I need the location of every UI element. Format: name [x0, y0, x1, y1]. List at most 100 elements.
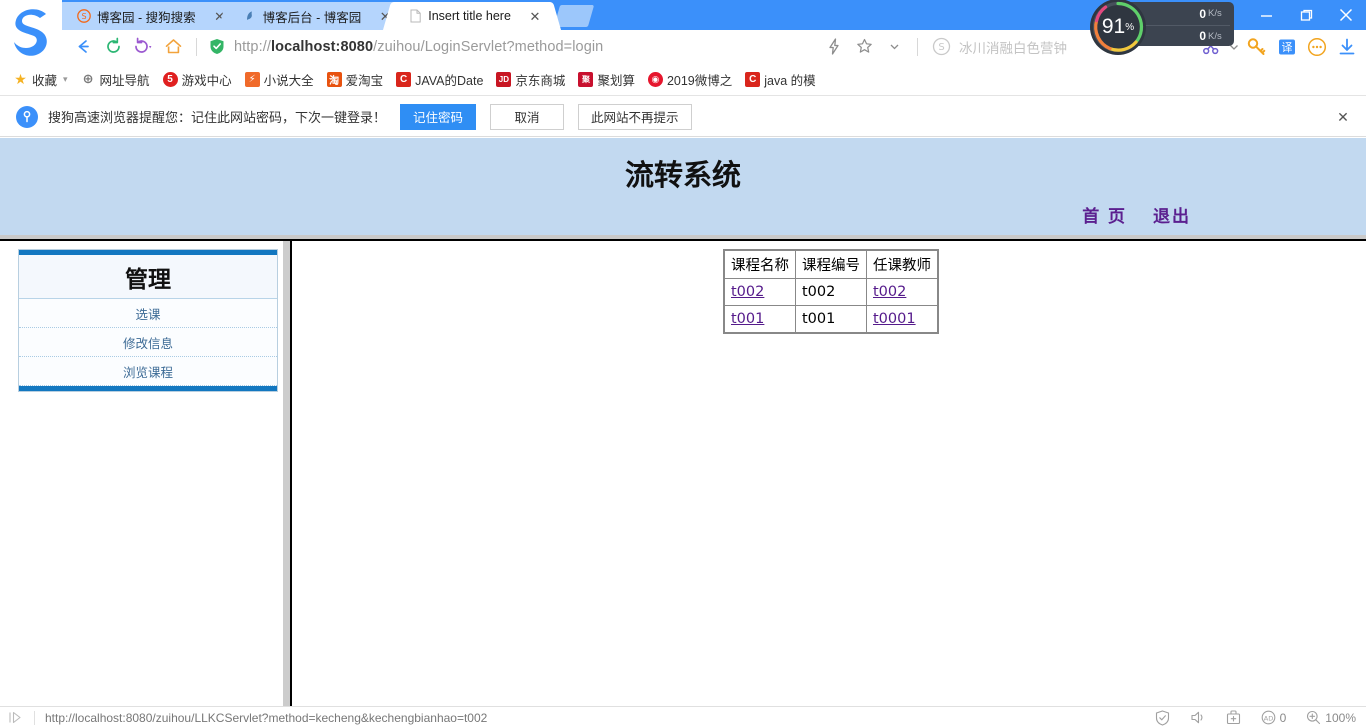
browser-tab-1[interactable]: S 博客园 - 搜狗搜索 ✕	[51, 2, 246, 30]
play-icon[interactable]	[8, 711, 24, 724]
browser-status-bar: http://localhost:8080/zuihou/LLKCServlet…	[0, 706, 1366, 728]
remember-password-button[interactable]: 记住密码	[400, 103, 477, 130]
bookmark-item-2[interactable]: ⚡ 小说大全	[244, 70, 314, 89]
bookmark-item-4[interactable]: C JAVA的Date	[396, 70, 483, 89]
column-header-course-name: 课程名称	[723, 249, 796, 279]
password-save-notification: 搜狗高速浏览器提醒您：记住此网站密码，下次一键登录！ 记住密码 取消 此网站不再…	[0, 97, 1366, 137]
sidebar-item-xiugai-xinxi[interactable]: 修改信息	[19, 328, 277, 357]
tabs-container: S 博客园 - 搜狗搜索 ✕ 博客后台 - 博客园 ✕ Insert title…	[51, 0, 595, 30]
bookmark-label: 收藏	[32, 73, 58, 88]
sogou-search-icon: S	[932, 37, 951, 56]
minimize-button[interactable]	[1246, 0, 1286, 30]
new-tab-button[interactable]	[553, 5, 595, 27]
notification-message: 搜狗高速浏览器提醒您：记住此网站密码，下次一键登录！	[48, 110, 387, 125]
nav-link-logout[interactable]: 退出	[1153, 202, 1191, 227]
bookmark-item-3[interactable]: 淘 爱淘宝	[326, 70, 384, 89]
nav-link-home[interactable]: 首 页	[1082, 202, 1127, 227]
site-nav: 首 页 退出	[1082, 202, 1191, 227]
cell-course-name[interactable]: t002	[723, 278, 796, 306]
course-name-link[interactable]: t001	[731, 311, 764, 327]
address-bar[interactable]: http://localhost:8080/zuihou/LoginServle…	[209, 32, 819, 62]
bookmark-label: java 的模	[764, 73, 816, 88]
bookmark-item-8[interactable]: C java 的模	[745, 70, 816, 89]
home-button[interactable]	[158, 32, 188, 62]
sidebar-item-liulan-kecheng[interactable]: 浏览课程	[19, 357, 277, 386]
table-row: t002 t002 t002	[723, 278, 939, 306]
jd-icon: JD	[496, 71, 512, 87]
memory-usage-value: 91%	[1101, 15, 1135, 38]
table-header-row: 课程名称 课程编号 任课教师	[723, 249, 939, 279]
shield-icon[interactable]	[1155, 709, 1170, 726]
toolbox-icon[interactable]	[1226, 710, 1241, 725]
page-body: 管理 选课 修改信息 浏览课程 课程名称 课程编号 任课教师 t002 t002…	[0, 241, 1366, 706]
tab-close-icon[interactable]: ✕	[525, 6, 545, 26]
course-name-link[interactable]: t002	[731, 284, 764, 300]
more-options-icon[interactable]	[1302, 32, 1332, 62]
status-right: AD 0 100%	[1155, 709, 1356, 726]
back-button[interactable]	[68, 32, 98, 62]
cell-teacher[interactable]: t0001	[866, 305, 939, 333]
bookmark-star-icon[interactable]	[849, 32, 879, 62]
bookmark-item-7[interactable]: ◉ 2019微博之	[647, 70, 733, 89]
bookmark-favorites[interactable]: ★ 收藏 ▾	[13, 70, 68, 89]
bookmark-label: 爱淘宝	[345, 73, 384, 88]
bookmark-label: 2019微博之	[666, 73, 733, 88]
tab-title: Insert title here	[428, 9, 511, 23]
memory-gauge[interactable]: 91%	[1086, 0, 1150, 56]
sogou-s-icon: S	[76, 8, 92, 24]
teacher-link[interactable]: t0001	[873, 311, 916, 327]
blog-icon	[242, 8, 258, 24]
bookmark-item-1[interactable]: 5 游戏中心	[162, 70, 232, 89]
download-icon[interactable]	[1332, 32, 1362, 62]
ad-block-indicator[interactable]: AD 0	[1261, 710, 1286, 725]
lightning-icon[interactable]	[819, 32, 849, 62]
translate-icon[interactable]: 译	[1272, 32, 1302, 62]
close-icon[interactable]: ✕	[1334, 108, 1352, 126]
bookmark-item-6[interactable]: 聚 聚划算	[578, 70, 635, 89]
cancel-button[interactable]: 取消	[490, 103, 565, 130]
key-icon[interactable]	[1242, 32, 1272, 62]
taobao-icon: 淘	[326, 71, 342, 87]
search-input-placeholder: 冰川消融白色营钟	[959, 40, 1067, 56]
cell-course-name[interactable]: t001	[723, 305, 796, 333]
bookmark-label: 游戏中心	[181, 73, 232, 88]
address-caret-down-icon[interactable]	[879, 32, 909, 62]
column-header-teacher: 任课教师	[866, 249, 939, 279]
site-header: 流转系统 首 页 退出	[0, 138, 1366, 235]
bookmark-label: 网址导航	[99, 73, 150, 88]
csdn-icon: C	[396, 71, 412, 87]
tab-title: 博客园 - 搜狗搜索	[97, 10, 196, 25]
zoom-level-control[interactable]: 100%	[1306, 710, 1356, 725]
close-button[interactable]	[1326, 0, 1366, 30]
csdn-icon: C	[745, 71, 761, 87]
sidebar-item-xuanke[interactable]: 选课	[19, 299, 277, 328]
refresh-button[interactable]	[98, 32, 128, 62]
column-divider	[283, 241, 292, 706]
nav-divider	[196, 37, 197, 56]
speaker-icon[interactable]	[1190, 710, 1206, 725]
bookmark-label: 小说大全	[263, 73, 314, 88]
teacher-link[interactable]: t002	[873, 284, 906, 300]
history-button[interactable]	[128, 32, 158, 62]
bookmark-item-5[interactable]: JD 京东商城	[496, 70, 565, 89]
network-speed-widget[interactable]: ▲ 0 K/s ▼ 0 K/s 91%	[1086, 0, 1236, 56]
chevron-down-icon: ▾	[63, 73, 68, 84]
svg-text:译: 译	[1282, 41, 1293, 54]
address-bar-actions	[819, 32, 909, 62]
never-for-this-site-button[interactable]: 此网站不再提示	[578, 103, 692, 130]
course-table: 课程名称 课程编号 任课教师 t002 t002 t002 t001 t001 …	[723, 249, 939, 334]
bookmark-label: JAVA的Date	[415, 73, 484, 88]
cell-teacher[interactable]: t002	[866, 278, 939, 306]
bookmark-label: 京东商城	[515, 73, 566, 88]
browser-tab-2[interactable]: 博客后台 - 博客园 ✕	[217, 2, 412, 30]
download-speed-unit: K/s	[1208, 30, 1222, 42]
globe-icon: ⊕	[82, 71, 94, 86]
upload-speed-value: 0	[1199, 6, 1206, 21]
page-title: 流转系统	[624, 158, 741, 192]
download-speed-value: 0	[1199, 29, 1206, 43]
juhuasuan-icon: 聚	[578, 71, 594, 87]
browser-tab-3-active[interactable]: Insert title here ✕	[383, 2, 561, 30]
maximize-restore-button[interactable]	[1286, 0, 1326, 30]
star-icon: ★	[14, 70, 27, 87]
bookmark-item-0[interactable]: ⊕ 网址导航	[81, 70, 150, 89]
